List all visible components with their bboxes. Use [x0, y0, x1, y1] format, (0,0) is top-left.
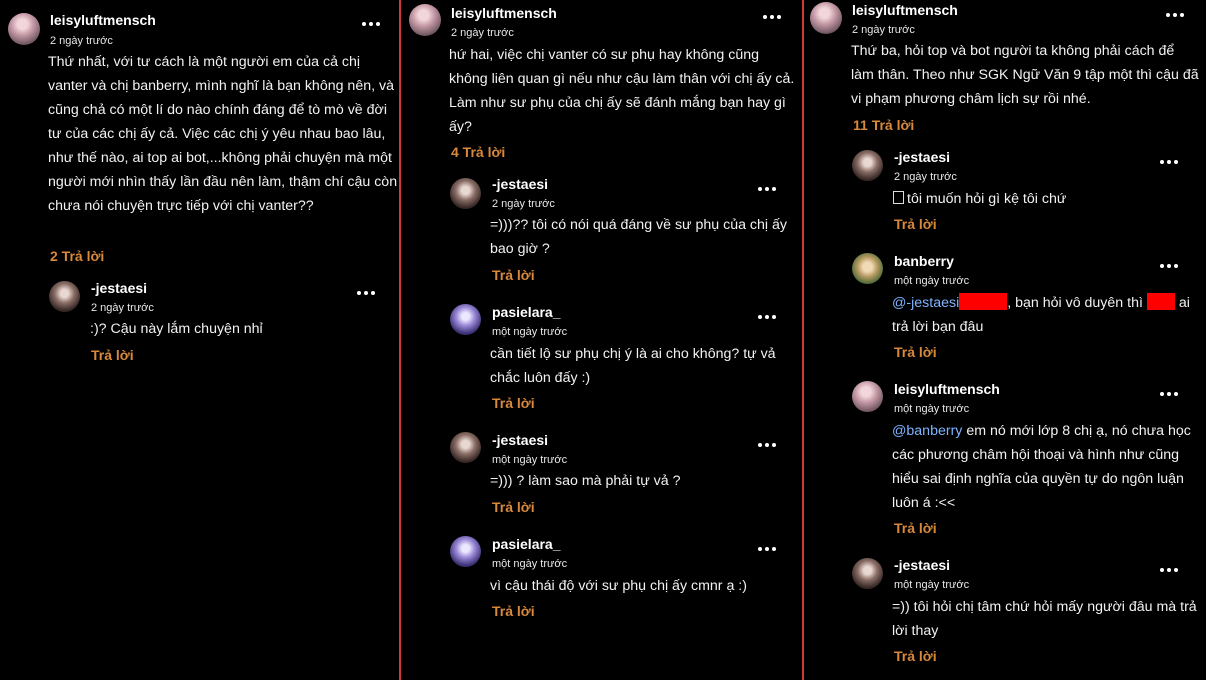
reply-button[interactable]: Trả lời	[492, 603, 535, 619]
avatar[interactable]	[852, 253, 883, 284]
reply-username[interactable]: -jestaesi	[492, 176, 548, 192]
avatar[interactable]	[852, 381, 883, 412]
comment-thread-3: leisyluftmensch 2 ngày trước Thứ ba, hỏi…	[804, 0, 1206, 680]
reply-time: 2 ngày trước	[894, 171, 957, 183]
reply-username[interactable]: -jestaesi	[894, 149, 950, 165]
reply-text: =)))?? tôi có nói quá đáng về sư phụ của…	[490, 217, 787, 257]
reply-time: một ngày trước	[492, 558, 568, 570]
reply-username[interactable]: -jestaesi	[492, 432, 548, 448]
comment-time: 2 ngày trước	[451, 27, 514, 39]
reply-button[interactable]: Trả lời	[894, 216, 937, 232]
comment-time: 2 ngày trước	[852, 24, 915, 36]
avatar[interactable]	[49, 281, 80, 312]
reply-time: một ngày trước	[492, 454, 568, 466]
reply-button[interactable]: Trả lời	[492, 499, 535, 515]
reply-text: @-jestaesi, bạn hỏi vô duyên thì ai trả …	[892, 291, 1202, 339]
avatar[interactable]	[409, 4, 441, 36]
reply-button[interactable]: Trả lời	[894, 344, 937, 360]
reply-text: @banberry em nó mới lớp 8 chị ạ, nó chưa…	[892, 419, 1197, 515]
reply-text: =)) tôi hỏi chị tâm chứ hỏi mấy người đâ…	[892, 599, 1197, 639]
avatar[interactable]	[8, 13, 40, 45]
reply-time: một ngày trước	[894, 275, 970, 287]
avatar[interactable]	[450, 536, 481, 567]
redaction-block	[1146, 293, 1175, 310]
reply-text-content: tôi muốn hỏi gì kệ tôi chứ	[907, 191, 1067, 207]
more-options-icon[interactable]	[1160, 263, 1178, 269]
reply-username[interactable]: pasielara_	[492, 304, 561, 320]
reply-text: cần tiết lộ sư phụ chị ý là ai cho không…	[490, 346, 776, 386]
avatar[interactable]	[450, 432, 481, 463]
comment-username[interactable]: leisyluftmensch	[852, 2, 958, 18]
more-options-icon[interactable]	[1160, 159, 1178, 165]
reply-button[interactable]: Trả lời	[91, 347, 134, 363]
reply-button[interactable]: Trả lời	[492, 267, 535, 283]
reply-time: một ngày trước	[894, 579, 970, 591]
more-options-icon[interactable]	[1160, 567, 1178, 573]
avatar[interactable]	[810, 2, 842, 34]
comment-text: Thứ ba, hỏi top và bot người ta không ph…	[851, 43, 1199, 107]
comment-thread-2: leisyluftmensch 2 ngày trước hứ hai, việ…	[401, 0, 802, 680]
comment-text: Thứ nhất, với tư cách là một người em củ…	[48, 54, 398, 214]
comment-username[interactable]: leisyluftmensch	[50, 12, 156, 28]
reply-time: một ngày trước	[894, 403, 970, 415]
reply-button[interactable]: Trả lời	[492, 395, 535, 411]
mention-link[interactable]: @banberry	[892, 423, 962, 439]
reply-text: tôi muốn hỏi gì kệ tôi chứ	[893, 187, 1198, 211]
avatar[interactable]	[450, 304, 481, 335]
avatar[interactable]	[852, 150, 883, 181]
mention-link[interactable]: @-jestaesi	[892, 295, 959, 311]
reply-text: =))) ? làm sao mà phải tự vả ?	[490, 473, 681, 489]
more-options-icon[interactable]	[763, 14, 781, 20]
reply-time: 2 ngày trước	[492, 198, 555, 210]
reply-button[interactable]: Trả lời	[894, 648, 937, 664]
reply-time: một ngày trước	[492, 326, 568, 338]
reply-username[interactable]: -jestaesi	[91, 280, 147, 296]
more-options-icon[interactable]	[362, 21, 380, 27]
more-options-icon[interactable]	[1166, 12, 1184, 18]
more-options-icon[interactable]	[758, 546, 776, 552]
view-replies-button[interactable]: 4 Trả lời	[451, 144, 505, 160]
reply-username[interactable]: leisyluftmensch	[894, 381, 1000, 397]
more-options-icon[interactable]	[758, 442, 776, 448]
reply-username[interactable]: banberry	[894, 253, 954, 269]
view-replies-button[interactable]: 2 Trả lời	[50, 248, 104, 264]
reply-text-part: , bạn hỏi vô duyên thì	[1007, 295, 1143, 311]
reply-username[interactable]: -jestaesi	[894, 557, 950, 573]
comment-text: hứ hai, việc chị vanter có sư phụ hay kh…	[449, 47, 795, 135]
reply-button[interactable]: Trả lời	[894, 520, 937, 536]
avatar[interactable]	[852, 558, 883, 589]
more-options-icon[interactable]	[1160, 391, 1178, 397]
avatar[interactable]	[450, 178, 481, 209]
reply-time: 2 ngày trước	[91, 302, 154, 314]
redaction-block	[959, 293, 1008, 310]
comment-time: 2 ngày trước	[50, 35, 113, 47]
more-options-icon[interactable]	[357, 290, 375, 296]
checkbox-icon	[893, 191, 904, 204]
more-options-icon[interactable]	[758, 314, 776, 320]
reply-username[interactable]: pasielara_	[492, 536, 561, 552]
comment-thread-1: leisyluftmensch 2 ngày trước Thứ nhất, v…	[0, 0, 399, 680]
reply-text: vì cậu thái độ với sư phụ chị ấy cmnr ạ …	[490, 578, 747, 594]
reply-text: :)? Cậu này lắm chuyện nhỉ	[90, 321, 263, 337]
comments-view: leisyluftmensch 2 ngày trước Thứ nhất, v…	[0, 0, 1206, 680]
view-replies-button[interactable]: 11 Trả lời	[853, 117, 914, 133]
comment-username[interactable]: leisyluftmensch	[451, 5, 557, 21]
more-options-icon[interactable]	[758, 186, 776, 192]
